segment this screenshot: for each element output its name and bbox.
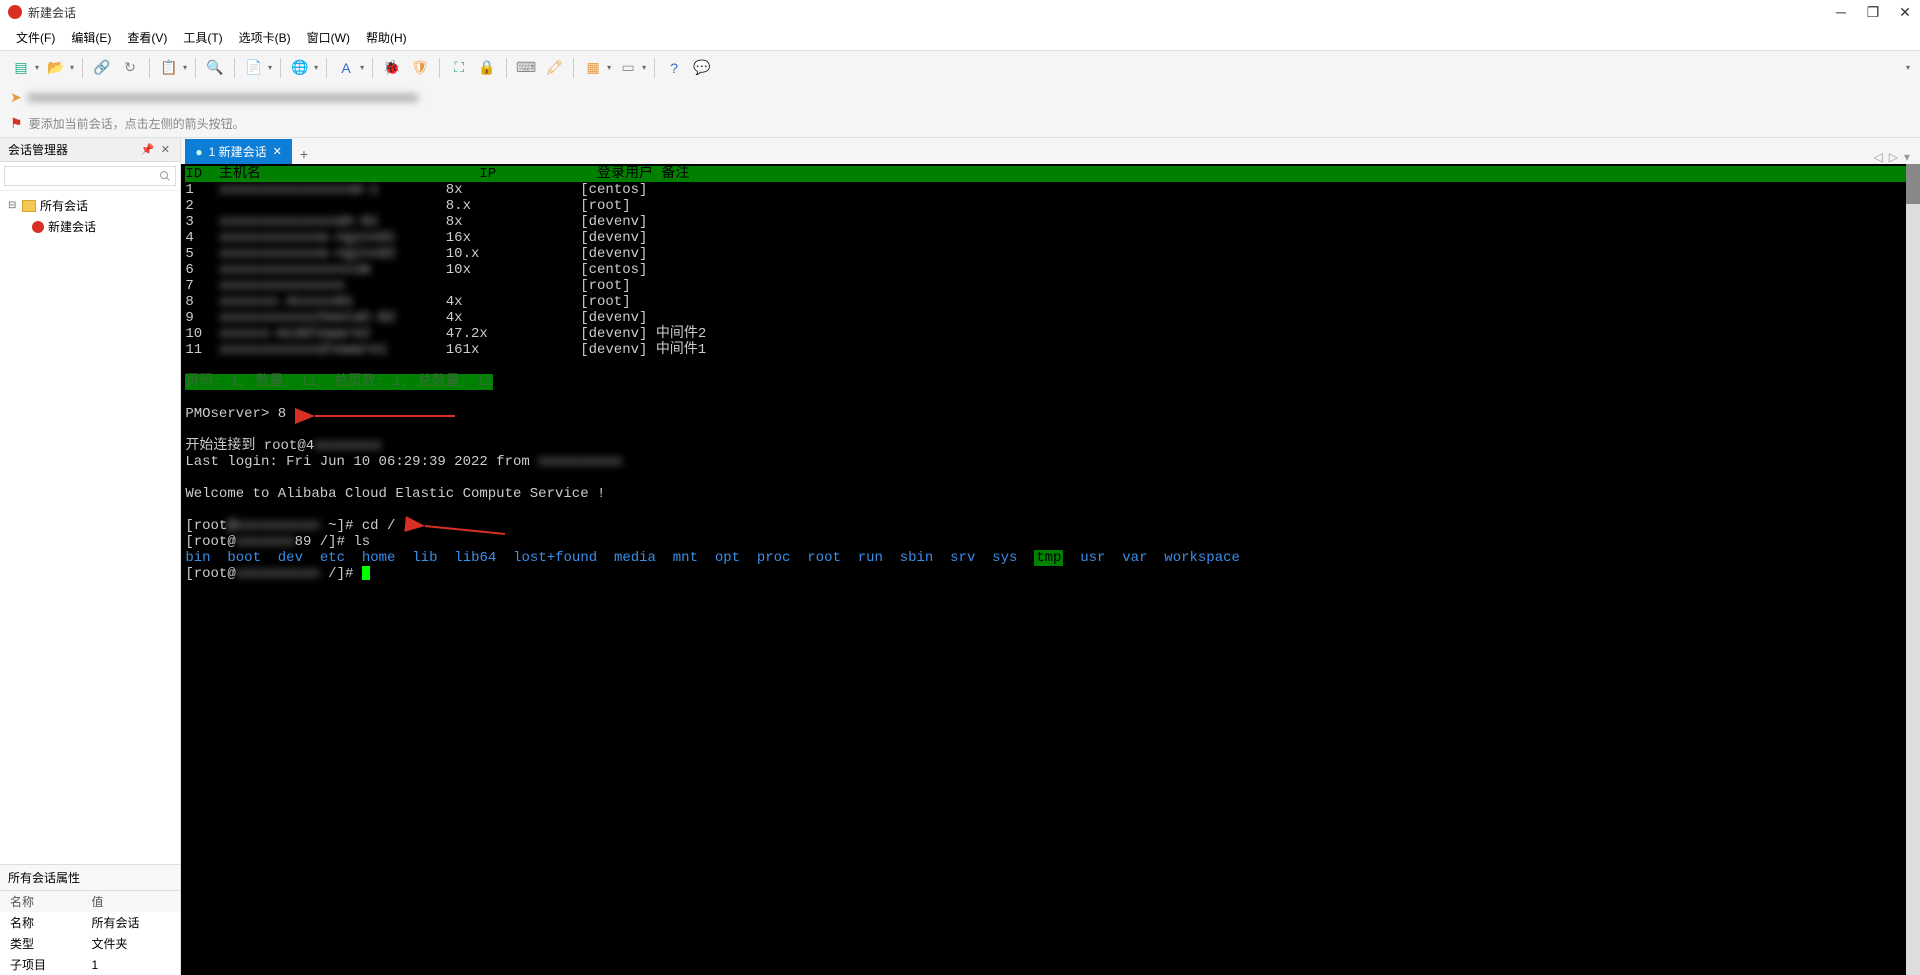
- collapse-icon[interactable]: ⊟: [8, 200, 18, 211]
- props-col-name: 名称: [0, 891, 81, 912]
- folder-icon: [22, 200, 36, 212]
- maximize-button[interactable]: ❐: [1866, 5, 1880, 19]
- panel-close-icon[interactable]: ✕: [158, 143, 172, 157]
- session-search-input[interactable]: [4, 166, 176, 186]
- minimize-button[interactable]: ─: [1834, 5, 1848, 19]
- font-icon[interactable]: A: [335, 57, 357, 79]
- search-tool-icon[interactable]: 🔍: [204, 57, 226, 79]
- tree-child-label: 新建会话: [48, 218, 96, 235]
- props-row: 子项目1: [0, 954, 180, 975]
- content-area: ● 1 新建会话 ✕ + ◁ ▷ ▾ ID 主机名 IP 登录用户 备注: [181, 138, 1920, 975]
- globe-icon[interactable]: 🌐: [289, 57, 311, 79]
- session-manager-header: 会话管理器 📌 ✕: [0, 138, 180, 162]
- app-icon: [8, 5, 22, 19]
- window-icon[interactable]: ▭: [617, 57, 639, 79]
- session-manager-title: 会话管理器: [8, 141, 140, 158]
- menubar: 文件(F) 编辑(E) 查看(V) 工具(T) 选项卡(B) 窗口(W) 帮助(…: [0, 24, 1920, 50]
- flag-icon[interactable]: ⚑: [10, 115, 23, 132]
- paste-icon[interactable]: 📄: [243, 57, 265, 79]
- sidebar: 会话管理器 📌 ✕ ⊟ 所有会话 新建会话 所有会话属性 名称值: [0, 138, 181, 975]
- scroll-thumb[interactable]: [1906, 164, 1920, 204]
- tab-prev-icon[interactable]: ◁: [1874, 150, 1883, 164]
- session-tree: ⊟ 所有会话 新建会话: [0, 191, 180, 864]
- bug-icon[interactable]: 🐞: [381, 57, 403, 79]
- terminal-scrollbar[interactable]: [1906, 164, 1920, 975]
- addressbar: ➤ xxxxxxxxxxxxxxxxxxxxxxxxxxxxxxxxxxxxxx…: [0, 84, 1920, 110]
- toolbar: ▤▾ 📂▾ 🔗 ↻ 📋▾ 🔍 📄▾ 🌐▾ A▾ 🐞 🛡 ⛶ 🔒 ⌨ 🖍 ▦▾ ▭…: [0, 50, 1920, 84]
- reconnect-icon[interactable]: ↻: [119, 57, 141, 79]
- pin-icon[interactable]: 📌: [140, 143, 154, 157]
- props-row: 名称所有会话: [0, 912, 180, 933]
- keyboard-icon[interactable]: ⌨: [515, 57, 537, 79]
- session-icon: [32, 221, 44, 233]
- link-icon[interactable]: 🔗: [91, 57, 113, 79]
- help-icon[interactable]: ?: [663, 57, 685, 79]
- tab-add-button[interactable]: +: [292, 144, 316, 164]
- menu-edit[interactable]: 编辑(E): [65, 27, 117, 48]
- properties-title: 所有会话属性: [0, 865, 180, 891]
- menu-tabs[interactable]: 选项卡(B): [233, 27, 297, 48]
- open-icon[interactable]: 📂: [45, 57, 67, 79]
- highlight-icon[interactable]: 🖍: [543, 57, 565, 79]
- terminal[interactable]: ID 主机名 IP 登录用户 备注: [181, 164, 1920, 975]
- props-row: 类型文件夹: [0, 933, 180, 954]
- new-icon[interactable]: ▤: [10, 57, 32, 79]
- menu-view[interactable]: 查看(V): [121, 27, 173, 48]
- tree-item-new-session[interactable]: 新建会话: [4, 216, 176, 237]
- tree-root-all-sessions[interactable]: ⊟ 所有会话: [4, 195, 176, 216]
- hintbar: ⚑ 要添加当前会话，点击左侧的箭头按钮。: [0, 110, 1920, 138]
- tab-close-icon[interactable]: ✕: [273, 145, 282, 158]
- props-col-value: 值: [81, 891, 180, 912]
- window-controls: ─ ❐ ✕: [1834, 5, 1912, 19]
- titlebar: 新建会话 ─ ❐ ✕: [0, 0, 1920, 24]
- toolbar-overflow[interactable]: ▾: [1906, 63, 1910, 72]
- tabbar: ● 1 新建会话 ✕ + ◁ ▷ ▾: [181, 138, 1920, 164]
- tab-label: 1 新建会话: [209, 143, 267, 160]
- fullscreen-icon[interactable]: ⛶: [448, 57, 470, 79]
- menu-window[interactable]: 窗口(W): [301, 27, 356, 48]
- hint-text: 要添加当前会话，点击左侧的箭头按钮。: [29, 115, 245, 132]
- properties-panel: 所有会话属性 名称值 名称所有会话 类型文件夹 子项目1: [0, 864, 180, 975]
- addressbar-arrow-icon[interactable]: ➤: [10, 89, 22, 106]
- lock-icon[interactable]: 🔒: [476, 57, 498, 79]
- tab-new-session[interactable]: ● 1 新建会话 ✕: [185, 139, 291, 164]
- shield-icon[interactable]: 🛡: [409, 57, 431, 79]
- copy-icon[interactable]: 📋: [158, 57, 180, 79]
- grid-icon[interactable]: ▦: [582, 57, 604, 79]
- tree-root-label: 所有会话: [40, 197, 88, 214]
- addressbar-path: xxxxxxxxxxxxxxxxxxxxxxxxxxxxxxxxxxxxxxxx…: [28, 90, 418, 104]
- tab-menu-icon[interactable]: ▾: [1904, 150, 1910, 164]
- tab-next-icon[interactable]: ▷: [1889, 150, 1898, 164]
- close-button[interactable]: ✕: [1898, 5, 1912, 19]
- menu-file[interactable]: 文件(F): [10, 27, 61, 48]
- menu-help[interactable]: 帮助(H): [360, 27, 413, 48]
- chat-icon[interactable]: 💬: [691, 57, 713, 79]
- window-title: 新建会话: [28, 4, 1834, 21]
- menu-tools[interactable]: 工具(T): [177, 27, 228, 48]
